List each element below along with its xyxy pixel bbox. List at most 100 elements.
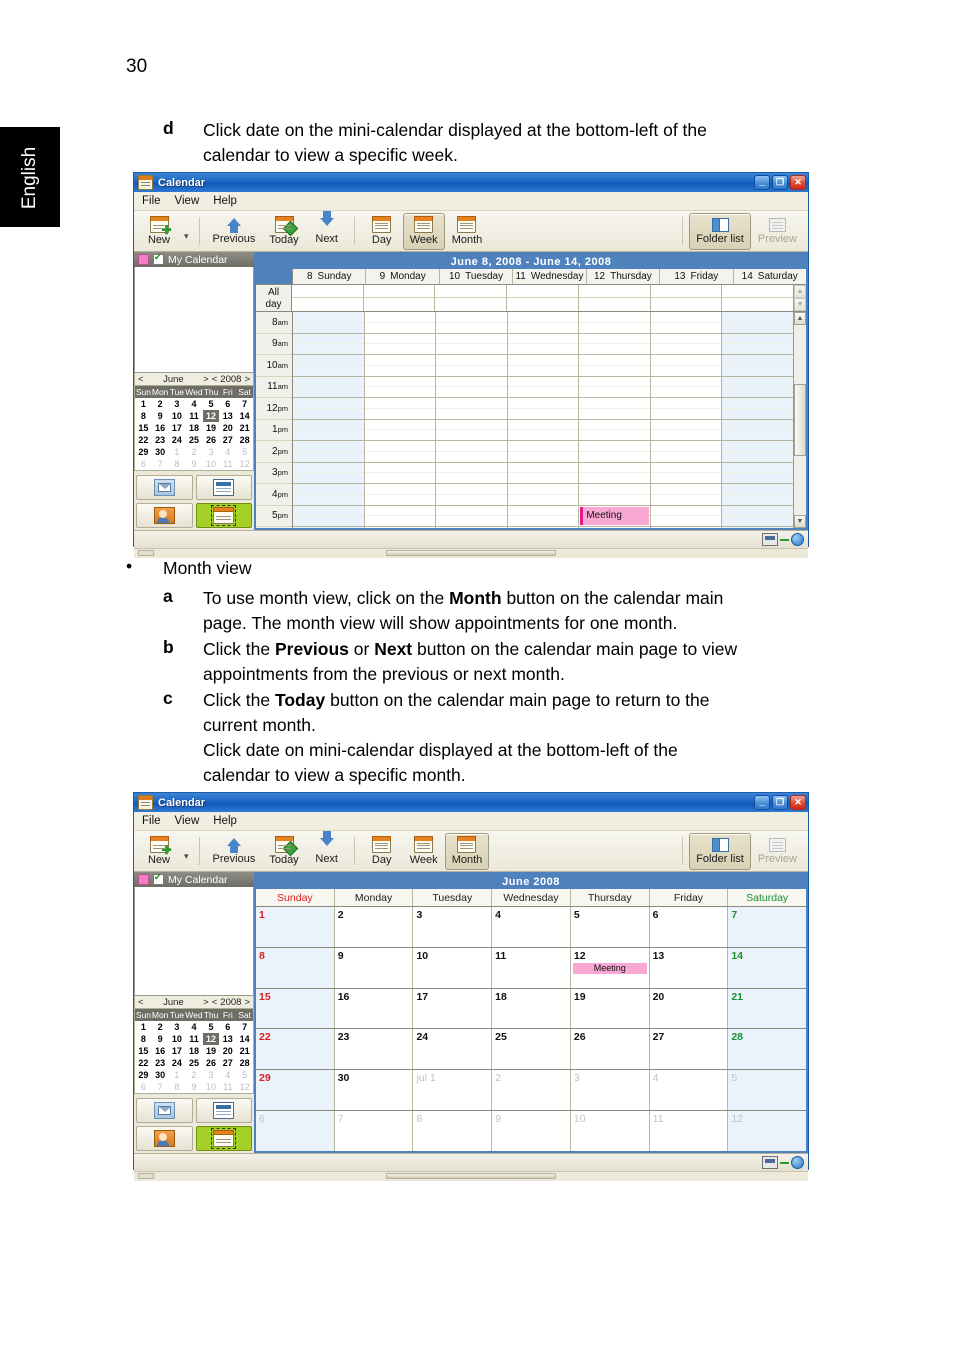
month-day-header-4[interactable]: Thursday	[571, 889, 650, 906]
month-day-cell[interactable]: 2	[334, 907, 414, 947]
mini-day-cell[interactable]: 2	[185, 1069, 202, 1081]
mini-day-cell[interactable]: 23	[152, 434, 169, 446]
all-day-cell[interactable]	[435, 285, 508, 298]
half-hour-slot[interactable]	[293, 430, 364, 441]
mini-day-cell[interactable]: 26	[203, 434, 220, 446]
mini-day-cell[interactable]: 7	[152, 458, 169, 470]
half-hour-slot[interactable]	[650, 473, 722, 484]
half-hour-slot[interactable]	[364, 441, 436, 452]
half-hour-slot[interactable]	[579, 387, 650, 398]
day-view-button[interactable]: Day	[361, 213, 403, 250]
all-day-scroll-down-button[interactable]: ▼	[794, 298, 806, 311]
month-view-button[interactable]: Month	[445, 213, 490, 250]
all-day-cell[interactable]	[363, 285, 436, 298]
all-day-scrollbar[interactable]: ▲ ▼	[793, 285, 806, 311]
half-hour-slot[interactable]	[293, 441, 364, 452]
all-day-cell[interactable]	[722, 285, 794, 298]
month-view-button[interactable]: Month	[444, 832, 490, 870]
mini-day-cell[interactable]: 21	[236, 422, 253, 434]
all-day-cell[interactable]	[578, 298, 651, 311]
half-hour-slot[interactable]	[579, 473, 650, 484]
mini-day-cell[interactable]: 7	[236, 1021, 253, 1033]
half-hour-slot[interactable]	[650, 516, 722, 527]
minimize-button[interactable]: _	[754, 795, 770, 810]
half-hour-slot[interactable]	[364, 506, 436, 517]
half-hour-slot[interactable]	[364, 420, 436, 431]
half-hour-slot[interactable]	[507, 344, 579, 355]
half-hour-slot[interactable]	[293, 323, 364, 334]
half-hour-slot[interactable]	[579, 334, 650, 345]
my-calendar-header[interactable]: My Calendar	[134, 252, 254, 267]
mini-day-cell[interactable]: 13	[219, 1033, 236, 1045]
week-view-button[interactable]: Week	[403, 833, 445, 870]
half-hour-slot[interactable]	[436, 387, 507, 398]
half-hour-slot[interactable]	[650, 484, 722, 495]
mini-day-cell[interactable]: 7	[152, 1081, 169, 1093]
half-hour-slot[interactable]	[436, 344, 507, 355]
new-dropdown-arrow[interactable]: ▾	[180, 851, 193, 862]
mini-day-cell[interactable]: 9	[152, 1033, 169, 1045]
previous-button[interactable]: Previous	[206, 833, 263, 870]
month-day-cell[interactable]: 27	[649, 1029, 729, 1070]
menu-help[interactable]: Help	[213, 815, 237, 827]
mini-day-cell[interactable]: 12	[236, 458, 253, 470]
mini-day-cell[interactable]: 1	[135, 1021, 152, 1033]
mini-day-cell[interactable]: 15	[135, 1045, 152, 1057]
half-hour-slot[interactable]	[579, 366, 650, 377]
half-hour-slot[interactable]	[507, 323, 579, 334]
half-hour-slot[interactable]	[293, 516, 364, 527]
all-day-cell[interactable]	[650, 285, 723, 298]
mini-day-cell[interactable]: 3	[169, 1021, 186, 1033]
month-day-cell[interactable]: 4	[492, 907, 571, 947]
half-hour-slot[interactable]	[364, 344, 436, 355]
half-hour-slot[interactable]	[293, 334, 364, 345]
month-day-cell[interactable]: 20	[649, 988, 729, 1029]
half-hour-slot[interactable]	[436, 430, 507, 441]
scroll-up-button[interactable]: ▲	[794, 312, 806, 325]
news-shortcut-button[interactable]	[195, 475, 252, 500]
calendar-checkbox[interactable]	[153, 872, 164, 885]
half-hour-slot[interactable]	[507, 463, 579, 474]
mini-day-cell[interactable]: 26	[203, 1057, 220, 1069]
month-day-header-5[interactable]: Friday	[650, 889, 729, 906]
mini-day-cell[interactable]: 6	[219, 1021, 236, 1033]
mini-day-cell[interactable]: 11	[219, 458, 236, 470]
half-hour-slot[interactable]	[364, 516, 436, 527]
half-hour-slot[interactable]	[364, 323, 436, 334]
half-hour-slot[interactable]	[436, 409, 507, 420]
month-day-cell[interactable]: 5	[728, 1070, 807, 1111]
today-button[interactable]: Today	[262, 213, 305, 250]
day-columns[interactable]: Meeting	[293, 312, 794, 528]
mini-day-cell[interactable]: 9	[185, 1081, 202, 1093]
month-day-cell[interactable]: 6	[649, 907, 729, 947]
half-hour-slot[interactable]	[364, 312, 436, 323]
month-day-cell[interactable]: 3	[570, 1070, 650, 1111]
day-view-button[interactable]: Day	[361, 833, 403, 870]
mini-day-cell[interactable]: 18	[185, 1045, 202, 1057]
month-day-cell[interactable]: 10	[570, 1111, 650, 1151]
half-hour-slot[interactable]	[650, 506, 722, 517]
next-button[interactable]: Next	[306, 830, 348, 870]
week-day-column-5[interactable]	[650, 312, 723, 528]
month-day-cell[interactable]: 9	[492, 1111, 571, 1151]
new-button[interactable]: ✚ New	[138, 213, 180, 250]
all-day-cell[interactable]	[507, 298, 579, 311]
all-day-scroll-up-button[interactable]: ▲	[794, 285, 806, 298]
mini-day-cell[interactable]: 5	[236, 446, 253, 458]
month-day-cell[interactable]: 22	[256, 1029, 335, 1070]
half-hour-slot[interactable]	[507, 387, 579, 398]
half-hour-slot[interactable]	[722, 398, 794, 409]
mini-calendar[interactable]: Sun Mon Tue Wed Thu Fri Sat 1 2 3 4 5 6 7 8 9 10 11 12 13 1…	[134, 1009, 254, 1094]
half-hour-slot[interactable]	[364, 409, 436, 420]
month-day-cell[interactable]: 30	[334, 1070, 414, 1111]
half-hour-slot[interactable]	[436, 463, 507, 474]
half-hour-slot[interactable]	[650, 430, 722, 441]
mini-prev-month-button[interactable]: <	[135, 374, 147, 385]
half-hour-slot[interactable]	[650, 409, 722, 420]
month-day-cell[interactable]: 19	[570, 988, 650, 1029]
next-button[interactable]: Next	[306, 210, 348, 250]
menu-help[interactable]: Help	[213, 195, 237, 207]
half-hour-slot[interactable]	[436, 516, 507, 527]
month-day-cell[interactable]: 23	[334, 1029, 414, 1070]
half-hour-slot[interactable]	[579, 398, 650, 409]
